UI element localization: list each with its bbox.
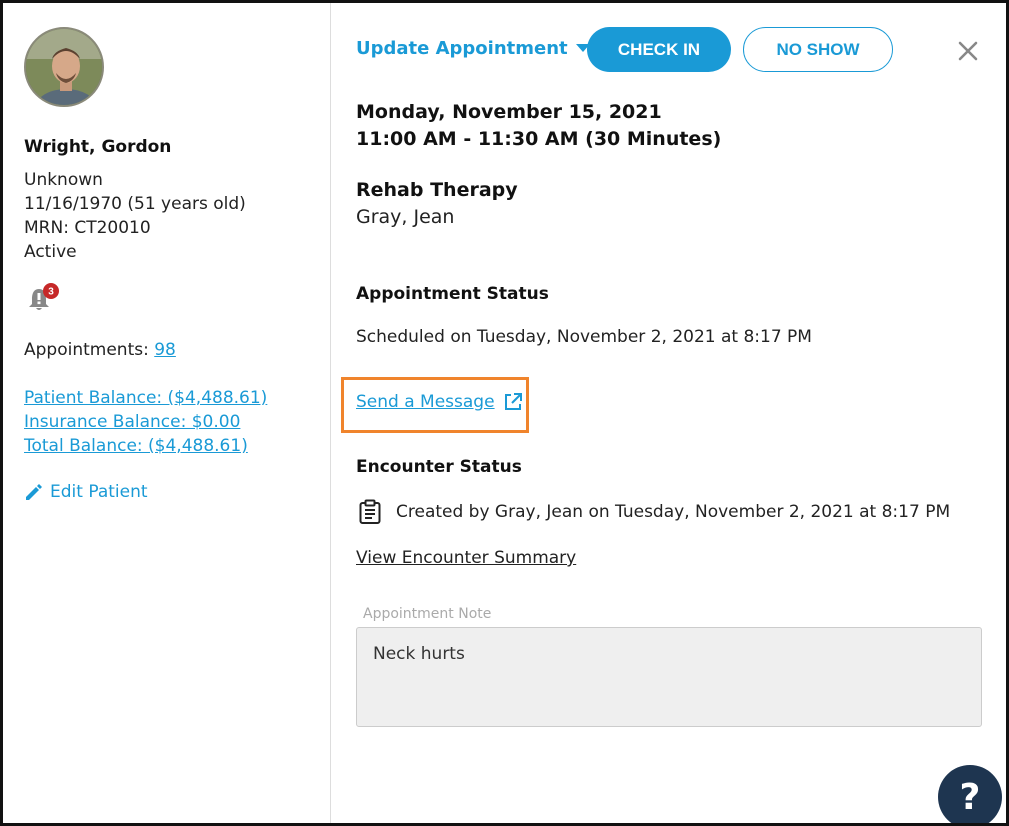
appointment-status-heading: Appointment Status xyxy=(356,284,549,304)
patient-panel: Wright, Gordon Unknown 11/16/1970 (51 ye… xyxy=(3,3,331,823)
patient-mrn: MRN: CT20010 xyxy=(24,218,151,238)
update-appointment-dropdown[interactable]: Update Appointment xyxy=(356,38,590,59)
help-button[interactable]: ? xyxy=(938,765,1002,823)
appointment-panel: Update Appointment CHECK IN NO SHOW Mond… xyxy=(332,3,1006,823)
alert-bell-icon[interactable]: 3 xyxy=(27,283,59,313)
appointment-datetime: Monday, November 15, 2021 11:00 AM - 11:… xyxy=(356,99,721,153)
view-encounter-summary-link[interactable]: View Encounter Summary xyxy=(356,548,576,568)
patient-name: Wright, Gordon xyxy=(24,137,172,157)
appointments-count-link[interactable]: 98 xyxy=(154,340,176,360)
patient-status: Active xyxy=(24,242,77,262)
appointment-status-text: Scheduled on Tuesday, November 2, 2021 a… xyxy=(356,327,812,347)
encounter-status-text: Created by Gray, Jean on Tuesday, Novemb… xyxy=(396,502,951,522)
close-icon[interactable] xyxy=(954,37,982,65)
appointments-row: Appointments: 98 xyxy=(24,340,176,360)
edit-patient-button[interactable]: Edit Patient xyxy=(24,482,148,502)
clipboard-icon xyxy=(359,499,381,524)
no-show-button[interactable]: NO SHOW xyxy=(743,27,893,72)
patient-gender: Unknown xyxy=(24,170,103,190)
encounter-status-row: Created by Gray, Jean on Tuesday, Novemb… xyxy=(358,499,950,525)
appointment-note-field[interactable]: Neck hurts xyxy=(356,627,982,727)
update-appointment-label: Update Appointment xyxy=(356,38,568,59)
appointment-note-label: Appointment Note xyxy=(363,606,492,622)
total-balance-link[interactable]: Total Balance: ($4,488.61) xyxy=(24,436,248,456)
appointment-modal: Wright, Gordon Unknown 11/16/1970 (51 ye… xyxy=(0,0,1009,826)
edit-patient-label: Edit Patient xyxy=(50,482,148,502)
send-message-link[interactable]: Send a Message xyxy=(356,392,523,412)
appointments-label: Appointments: xyxy=(24,340,155,360)
insurance-balance-link[interactable]: Insurance Balance: $0.00 xyxy=(24,412,240,432)
send-message-label: Send a Message xyxy=(356,392,495,412)
encounter-status-heading: Encounter Status xyxy=(356,457,522,477)
appointment-time: 11:00 AM - 11:30 AM (30 Minutes) xyxy=(356,128,722,150)
pencil-icon xyxy=(26,484,42,500)
patient-balance-link[interactable]: Patient Balance: ($4,488.61) xyxy=(24,388,267,408)
check-in-button[interactable]: CHECK IN xyxy=(587,27,731,72)
external-link-icon xyxy=(504,393,522,410)
appointment-service: Rehab Therapy xyxy=(356,179,518,201)
avatar xyxy=(24,27,104,107)
alert-count-badge: 3 xyxy=(48,287,54,298)
appointment-date: Monday, November 15, 2021 xyxy=(356,101,662,123)
appointment-provider: Gray, Jean xyxy=(356,206,455,228)
patient-dob: 11/16/1970 (51 years old) xyxy=(24,194,246,214)
